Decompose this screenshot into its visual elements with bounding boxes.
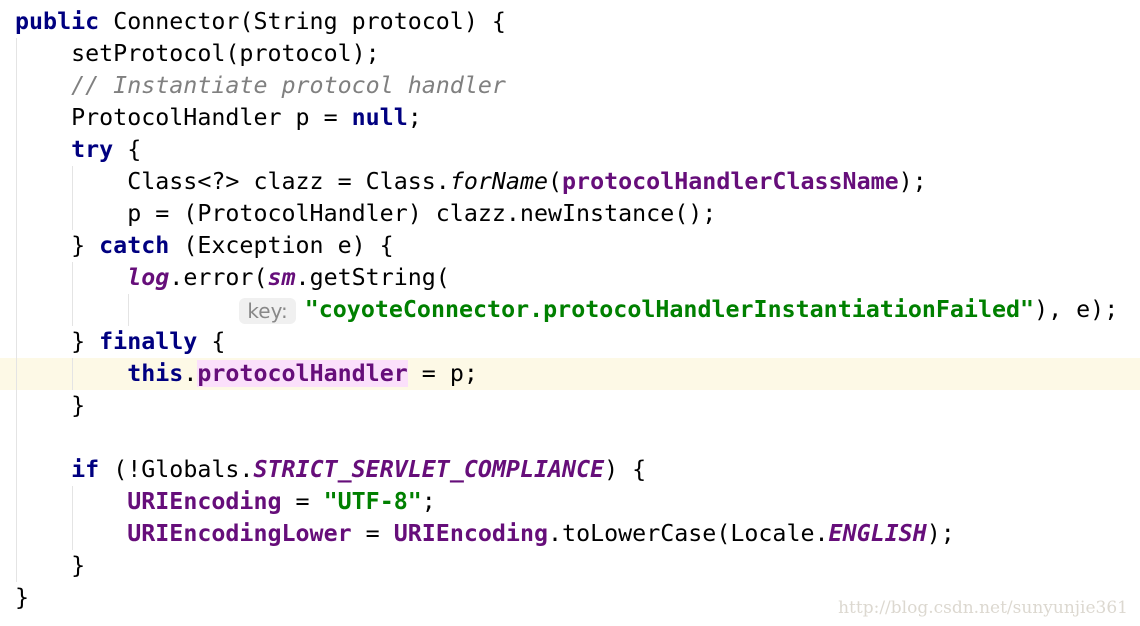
static-field: sm — [267, 264, 296, 291]
code-token: .toLowerCase(Locale. — [548, 520, 829, 547]
code-token: Class<?> clazz = Class. — [15, 168, 450, 195]
static-field: ENGLISH — [828, 520, 927, 547]
keyword: this — [127, 360, 184, 387]
code-line[interactable]: p = (ProtocolHandler) clazz.newInstance(… — [0, 198, 1140, 230]
code-token: ; — [407, 104, 422, 131]
code-line[interactable]: } finally { — [0, 326, 1140, 358]
field: URIEncoding — [393, 520, 549, 547]
code-line[interactable]: this.protocolHandler = p; — [0, 358, 1140, 390]
field: protocolHandlerClassName — [562, 168, 899, 195]
code-line[interactable]: log.error(sm.getString( — [0, 262, 1140, 294]
code-line[interactable]: } — [0, 390, 1140, 422]
code-token: . — [183, 360, 198, 387]
code-line[interactable]: URIEncoding = "UTF-8"; — [0, 486, 1140, 518]
string-literal: "UTF-8" — [323, 488, 422, 515]
code-token: setProtocol(protocol); — [15, 40, 380, 67]
indent-guide — [72, 486, 74, 550]
indent-guide — [128, 294, 130, 326]
code-token: .error( — [169, 264, 268, 291]
string-literal: "coyoteConnector.protocolHandlerInstanti… — [304, 296, 1035, 323]
code-token: ) { — [604, 456, 647, 483]
indent-guide — [72, 166, 74, 230]
keyword: if — [71, 456, 100, 483]
code-line[interactable]: Class<?> clazz = Class.forName(protocolH… — [0, 166, 1140, 198]
code-token: ( — [548, 168, 563, 195]
static-field: STRICT_SERVLET_COMPLIANCE — [253, 456, 605, 483]
keyword: finally — [99, 328, 198, 355]
field: protocolHandler — [197, 360, 408, 387]
code-line[interactable]: public Connector(String protocol) { — [0, 6, 1140, 38]
code-line[interactable]: ProtocolHandler p = null; — [0, 102, 1140, 134]
code-token: { — [113, 136, 142, 163]
code-token: ProtocolHandler p = — [15, 104, 352, 131]
keyword: try — [71, 136, 114, 163]
code-token: { — [197, 328, 226, 355]
code-line[interactable]: } catch (Exception e) { — [0, 230, 1140, 262]
code-token: (!Globals. — [99, 456, 254, 483]
keyword: catch — [99, 232, 170, 259]
code-line[interactable]: key: "coyoteConnector.protocolHandlerInst… — [0, 294, 1140, 326]
code-token: ; — [421, 488, 436, 515]
field: URIEncodingLower — [127, 520, 352, 547]
indent-guide — [16, 38, 17, 582]
code-token: ); — [898, 168, 927, 195]
code-token: = p; — [407, 360, 478, 387]
keyword: null — [351, 104, 408, 131]
code-line[interactable]: setProtocol(protocol); — [0, 38, 1140, 70]
code-token: } — [15, 328, 100, 355]
field: URIEncoding — [127, 488, 282, 515]
parameter-hint: key: — [239, 297, 296, 324]
code-line[interactable]: } — [0, 550, 1140, 582]
code-token: } — [15, 232, 100, 259]
code-token: .getString( — [295, 264, 450, 291]
static-method: forName — [449, 168, 548, 195]
code-line[interactable]: // Instantiate protocol handler — [0, 70, 1140, 102]
code-token: } — [15, 584, 30, 611]
watermark: http://blog.csdn.net/sunyunjie361 — [838, 598, 1128, 618]
indent-guide — [72, 262, 74, 326]
code-token: } — [15, 392, 86, 419]
code-line[interactable]: URIEncodingLower = URIEncoding.toLowerCa… — [0, 518, 1140, 550]
code-line[interactable]: if (!Globals.STRICT_SERVLET_COMPLIANCE) … — [0, 454, 1140, 486]
code-editor[interactable]: public Connector(String protocol) { setP… — [0, 6, 1140, 614]
code-token: (Exception e) { — [169, 232, 394, 259]
code-token: ); — [926, 520, 955, 547]
code-token: ), e); — [1034, 296, 1119, 323]
code-line[interactable]: try { — [0, 134, 1140, 166]
code-token: p = (ProtocolHandler) clazz.newInstance(… — [15, 200, 717, 227]
indent-guide — [72, 358, 74, 390]
keyword: public — [15, 8, 114, 35]
code-line[interactable] — [0, 422, 1140, 454]
code-token: Connector(String protocol) { — [113, 8, 506, 35]
code-token: = — [281, 488, 324, 515]
code-token: = — [351, 520, 394, 547]
code-token: } — [15, 552, 86, 579]
static-field: log — [127, 264, 170, 291]
comment: // Instantiate protocol handler — [15, 72, 506, 99]
